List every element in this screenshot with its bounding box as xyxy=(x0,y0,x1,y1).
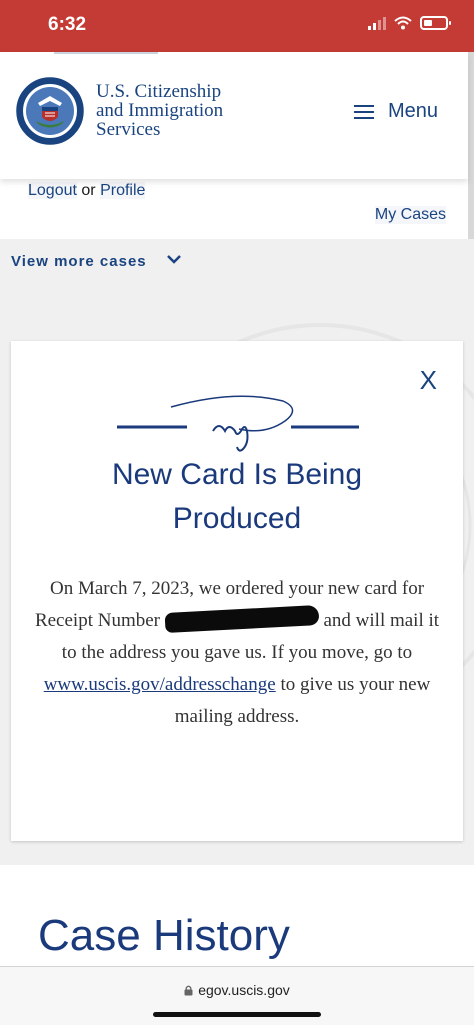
url-display[interactable]: egov.uscis.gov xyxy=(0,982,474,998)
agency-name[interactable]: U.S. Citizenship and Immigration Service… xyxy=(96,82,276,139)
lock-icon xyxy=(184,985,193,996)
view-more-cases-label: View more cases xyxy=(11,253,147,270)
card-body: On March 7, 2023, we ordered your new ca… xyxy=(33,573,441,733)
account-links-line: Logout or Profile xyxy=(28,182,146,200)
cellular-signal-icon xyxy=(368,16,386,30)
hamburger-icon xyxy=(353,104,374,119)
menu-label: Menu xyxy=(387,100,438,122)
profile-link[interactable]: Profile xyxy=(100,182,146,199)
url-text: egov.uscis.gov xyxy=(198,982,290,998)
receipt-visible-fragment: E xyxy=(165,609,166,610)
redacted-receipt-number: E xyxy=(165,609,319,629)
view-more-cases-toggle[interactable]: View more cases xyxy=(0,239,474,285)
close-icon[interactable]: X xyxy=(420,365,437,396)
account-links: Logout or Profile My Cases xyxy=(0,179,468,239)
site-header: U.S. Citizenship and Immigration Service… xyxy=(0,52,468,179)
case-history-section: Case History xyxy=(0,865,474,970)
case-status-card: X New Card Is Being Produced On March 7,… xyxy=(11,341,463,841)
battery-icon xyxy=(420,16,451,30)
status-time: 6:32 xyxy=(48,14,87,35)
card-title: New Card Is Being Produced xyxy=(11,453,463,541)
chevron-down-icon xyxy=(167,255,181,264)
case-history-title: Case History xyxy=(38,911,290,960)
address-change-link[interactable]: www.uscis.gov/addresschange xyxy=(44,674,276,695)
browser-url-bar[interactable]: egov.uscis.gov xyxy=(0,966,474,1025)
scrollbar[interactable] xyxy=(468,52,474,240)
my-uscis-logo xyxy=(117,395,359,452)
status-bar: 6:32 xyxy=(0,0,474,52)
home-indicator[interactable] xyxy=(153,1012,321,1017)
dhs-seal-logo[interactable] xyxy=(16,77,84,145)
card-title-line-1: New Card Is Being xyxy=(111,458,363,491)
menu-button[interactable]: Menu xyxy=(353,100,438,123)
or-separator: or xyxy=(81,182,96,199)
agency-name-line-2: and Immigration xyxy=(96,100,224,121)
agency-name-line-1: U.S. Citizenship xyxy=(96,81,222,102)
logout-link[interactable]: Logout xyxy=(28,182,77,199)
my-cases-link[interactable]: My Cases xyxy=(374,206,446,224)
status-icons xyxy=(368,16,451,30)
card-title-line-2: Produced xyxy=(172,502,302,535)
agency-name-line-3: Services xyxy=(96,119,161,140)
wifi-icon xyxy=(394,16,412,30)
header-underline xyxy=(54,52,158,54)
